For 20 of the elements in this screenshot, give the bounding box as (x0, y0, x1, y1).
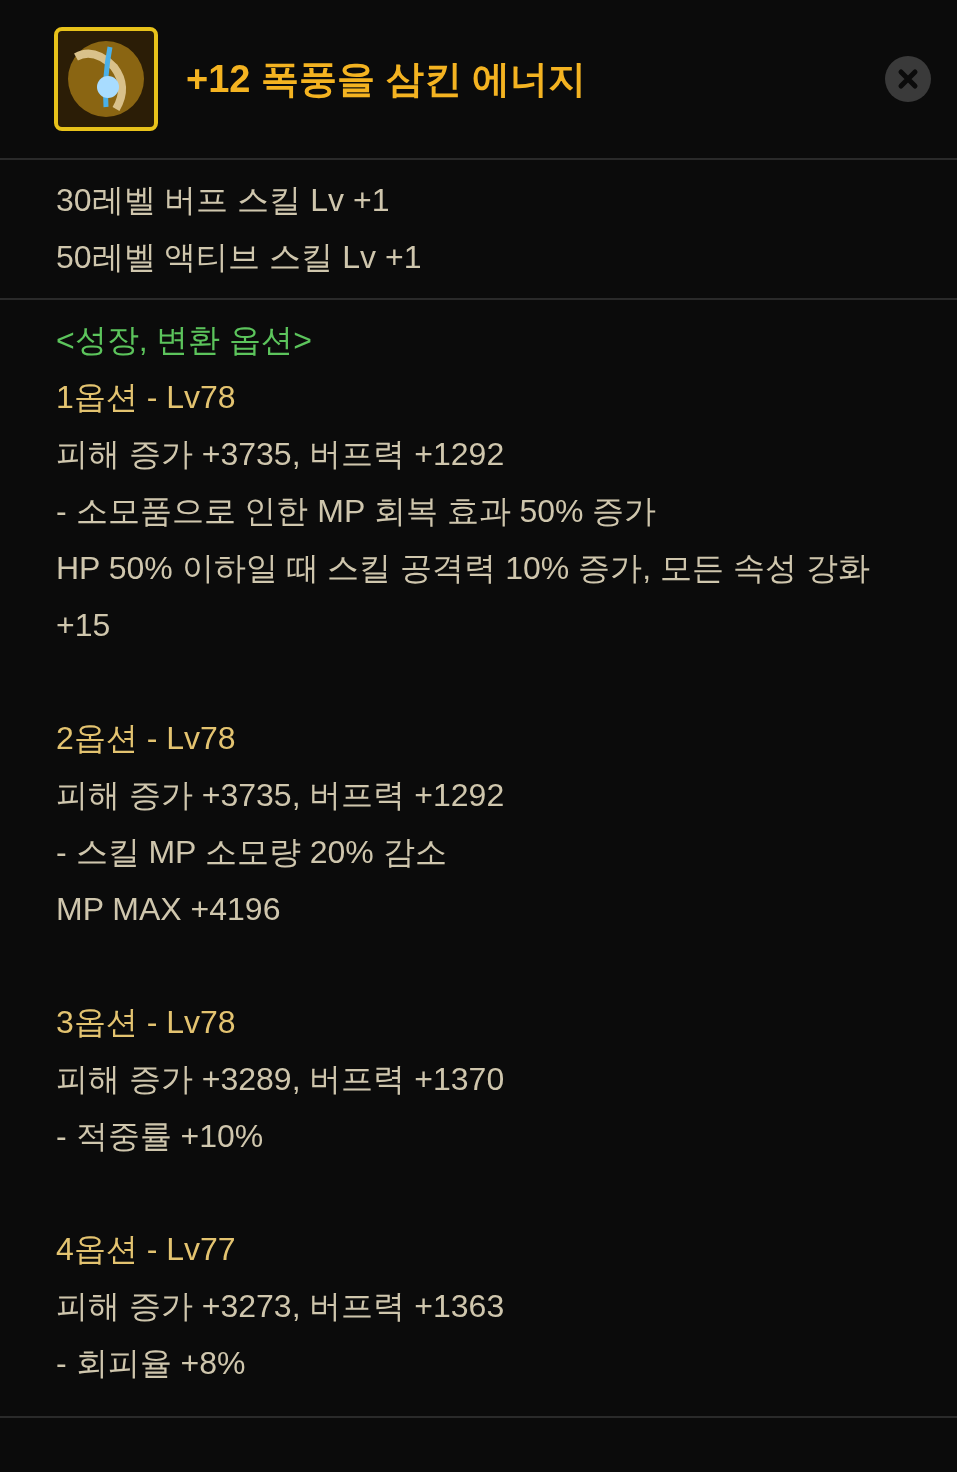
close-icon[interactable] (885, 56, 931, 102)
option-stat-text: - 적중률 +10% (56, 1117, 265, 1156)
option-stat-text: HP 50% 이하일 때 스킬 공격력 10% 증가, 모든 속성 강화 +15 (56, 549, 871, 645)
section-heading: <성장, 변환 옵션> (56, 321, 314, 360)
skill-bonus-text: 50레벨 액티브 스킬 Lv +1 (56, 238, 423, 277)
option-stat-text: 피해 증가 +3735, 버프력 +1292 (56, 776, 506, 815)
option-stat-text: 피해 증가 +3735, 버프력 +1292 (56, 435, 506, 474)
item-title: +12 폭풍을 삼킨 에너지 (186, 56, 588, 102)
option-title: 3옵션 - Lv78 (56, 1003, 237, 1042)
option-stat-text: 피해 증가 +3273, 버프력 +1363 (56, 1287, 506, 1326)
option-stat-text: - 소모품으로 인한 MP 회복 효과 50% 증가 (56, 492, 658, 531)
option-title: 1옵션 - Lv78 (56, 378, 237, 417)
option-stat-text: 피해 증가 +3289, 버프력 +1370 (56, 1060, 506, 1099)
option-stat-text: - 스킬 MP 소모량 20% 감소 (56, 833, 448, 872)
skill-bonus-text: 30레벨 버프 스킬 Lv +1 (56, 181, 391, 220)
option-title: 2옵션 - Lv78 (56, 719, 237, 758)
option-title: 4옵션 - Lv77 (56, 1230, 237, 1269)
option-stat-text: MP MAX +4196 (56, 890, 282, 929)
energy-item-icon (54, 27, 158, 131)
option-stat-text: - 회피율 +8% (56, 1344, 247, 1383)
